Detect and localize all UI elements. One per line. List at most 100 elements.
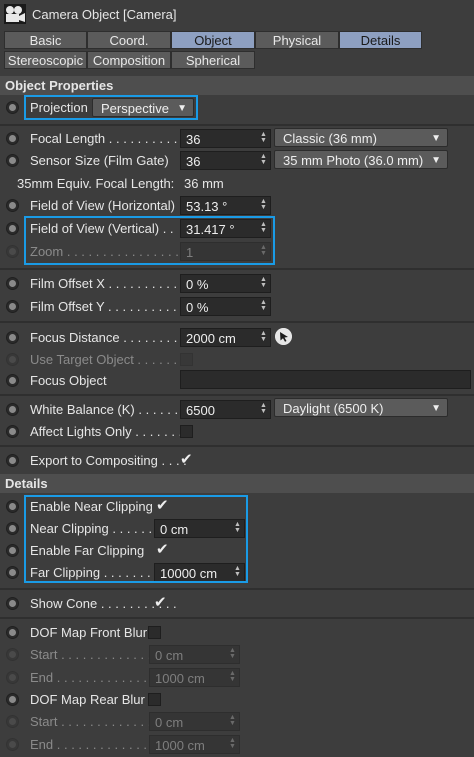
tab-physical[interactable]: Physical <box>255 31 339 49</box>
fov-vertical-value: 31.417 ° <box>186 222 235 237</box>
near-clipping-value: 0 cm <box>160 522 189 537</box>
tab-basic[interactable]: Basic <box>4 31 87 49</box>
chevron-down-icon: ▼ <box>431 155 441 166</box>
spinner-icon[interactable]: ▲ ▼ <box>260 402 267 415</box>
sensor-size-keyframe[interactable] <box>6 154 19 167</box>
projection-dropdown[interactable]: Perspective ▼ <box>92 98 194 117</box>
enable-far-checkbox[interactable]: ✔ <box>156 542 169 557</box>
spinner-icon[interactable]: ▲ ▼ <box>260 221 267 234</box>
rear-end-keyframe <box>6 738 19 751</box>
focus-distance-value: 2000 cm <box>186 331 236 346</box>
pick-arrow-icon[interactable] <box>275 328 292 345</box>
tab-details[interactable]: Details <box>339 31 422 49</box>
focus-distance-keyframe[interactable] <box>6 331 19 344</box>
projection-keyframe[interactable] <box>6 101 19 114</box>
film-offset-y-value: 0 % <box>186 300 209 315</box>
zoom-label: Zoom . . . . . . . . . . . . . . . . <box>30 244 179 259</box>
affect-lights-keyframe[interactable] <box>6 425 19 438</box>
film-offset-y-keyframe[interactable] <box>6 300 19 313</box>
white-balance-input[interactable]: 6500 ▲ ▼ <box>180 400 271 419</box>
use-target-label: Use Target Object . . . . . . . <box>30 352 185 367</box>
use-target-checkbox <box>180 353 193 366</box>
white-balance-keyframe[interactable] <box>6 403 19 416</box>
rear-start-label: Start . . . . . . . . . . . . . . . <box>30 714 166 729</box>
far-clipping-input[interactable]: 10000 cm ▲ ▼ <box>154 563 245 582</box>
dof-front-checkbox[interactable] <box>148 626 161 639</box>
enable-far-keyframe[interactable] <box>6 544 19 557</box>
focal-length-label: Focal Length . . . . . . . . . . <box>30 131 178 146</box>
rear-end-value: 1000 cm <box>155 738 205 753</box>
fov-vertical-keyframe[interactable] <box>6 222 19 235</box>
affect-lights-checkbox[interactable] <box>180 425 193 438</box>
spinner-icon[interactable]: ▲ ▼ <box>260 299 267 312</box>
focal-length-keyframe[interactable] <box>6 132 19 145</box>
focal-length-value: 36 <box>186 132 201 147</box>
divider <box>0 124 474 126</box>
fov-horizontal-keyframe[interactable] <box>6 199 19 212</box>
tab-stereoscopic[interactable]: Stereoscopic <box>4 51 87 69</box>
enable-near-label: Enable Near Clipping <box>30 499 153 514</box>
spinner-icon[interactable]: ▲ ▼ <box>260 131 267 144</box>
camera-icon <box>4 4 26 24</box>
zoom-input: 1 ▲ ▼ <box>180 242 271 261</box>
divider <box>0 394 474 396</box>
focal-length-input[interactable]: 36 ▲ ▼ <box>180 129 271 148</box>
focal-length-preset-dropdown[interactable]: Classic (36 mm) ▼ <box>274 128 448 147</box>
focus-object-link-field[interactable] <box>180 370 471 389</box>
fov-horizontal-value: 53.13 ° <box>186 199 228 214</box>
tab-spherical[interactable]: Spherical <box>171 51 255 69</box>
enable-near-keyframe[interactable] <box>6 500 19 513</box>
sensor-size-value: 36 <box>186 154 201 169</box>
film-offset-x-keyframe[interactable] <box>6 277 19 290</box>
near-clipping-input[interactable]: 0 cm ▲ ▼ <box>154 519 245 538</box>
show-cone-checkbox[interactable]: ✔ <box>154 595 167 610</box>
sensor-size-input[interactable]: 36 ▲ ▼ <box>180 151 271 170</box>
attribute-manager: Camera Object [Camera] Basic Coord. Obje… <box>0 0 474 757</box>
export-compositing-checkbox[interactable]: ✔ <box>180 452 193 467</box>
export-compositing-keyframe[interactable] <box>6 454 19 467</box>
divider <box>0 268 474 270</box>
show-cone-keyframe[interactable] <box>6 597 19 610</box>
tab-coord[interactable]: Coord. <box>87 31 171 49</box>
section-object-properties: Object Properties <box>0 76 474 95</box>
far-clipping-value: 10000 cm <box>160 566 218 581</box>
tab-composition[interactable]: Composition <box>87 51 171 69</box>
dof-rear-checkbox[interactable] <box>148 693 161 706</box>
spinner-icon[interactable]: ▲ ▼ <box>260 276 267 289</box>
focus-distance-label: Focus Distance . . . . . . . . <box>30 330 178 345</box>
front-start-keyframe <box>6 648 19 661</box>
spinner-icon[interactable]: ▲ ▼ <box>260 330 267 343</box>
projection-label: Projection <box>30 100 88 115</box>
spinner-icon[interactable]: ▲ ▼ <box>234 565 241 578</box>
spinner-icon[interactable]: ▲ ▼ <box>260 153 267 166</box>
sensor-size-preset-value: 35 mm Photo (36.0 mm) <box>283 153 424 168</box>
front-start-value: 0 cm <box>155 648 184 663</box>
white-balance-preset-value: Daylight (6500 K) <box>283 401 384 416</box>
spinner-icon[interactable]: ▲ ▼ <box>260 198 267 211</box>
sensor-size-preset-dropdown[interactable]: 35 mm Photo (36.0 mm) ▼ <box>274 150 448 169</box>
window-title: Camera Object [Camera] <box>32 7 177 22</box>
focus-object-keyframe[interactable] <box>6 374 19 387</box>
near-clipping-keyframe[interactable] <box>6 522 19 535</box>
dof-front-keyframe[interactable] <box>6 626 19 639</box>
dof-rear-keyframe[interactable] <box>6 693 19 706</box>
front-end-label: End . . . . . . . . . . . . . . . . <box>30 670 169 685</box>
fov-horizontal-input[interactable]: 53.13 ° ▲ ▼ <box>180 196 271 215</box>
front-start-input: 0 cm ▲ ▼ <box>149 645 240 664</box>
film-offset-x-input[interactable]: 0 % ▲ ▼ <box>180 274 271 293</box>
fov-vertical-input[interactable]: 31.417 ° ▲ ▼ <box>180 219 271 238</box>
film-offset-y-input[interactable]: 0 % ▲ ▼ <box>180 297 271 316</box>
tab-object[interactable]: Object <box>171 31 255 49</box>
spinner-icon: ▲ ▼ <box>229 670 236 683</box>
white-balance-preset-dropdown[interactable]: Daylight (6500 K) ▼ <box>274 398 448 417</box>
title-bar: Camera Object [Camera] <box>0 0 474 29</box>
fov-vertical-label: Field of View (Vertical) . . <box>30 221 174 236</box>
focus-distance-input[interactable]: 2000 cm ▲ ▼ <box>180 328 271 347</box>
affect-lights-label: Affect Lights Only . . . . . . . <box>30 424 183 439</box>
film-offset-y-label: Film Offset Y . . . . . . . . . . <box>30 299 177 314</box>
zoom-keyframe <box>6 245 19 258</box>
enable-near-checkbox[interactable]: ✔ <box>156 498 169 513</box>
spinner-icon[interactable]: ▲ ▼ <box>234 521 241 534</box>
divider <box>0 321 474 323</box>
far-clipping-keyframe[interactable] <box>6 566 19 579</box>
